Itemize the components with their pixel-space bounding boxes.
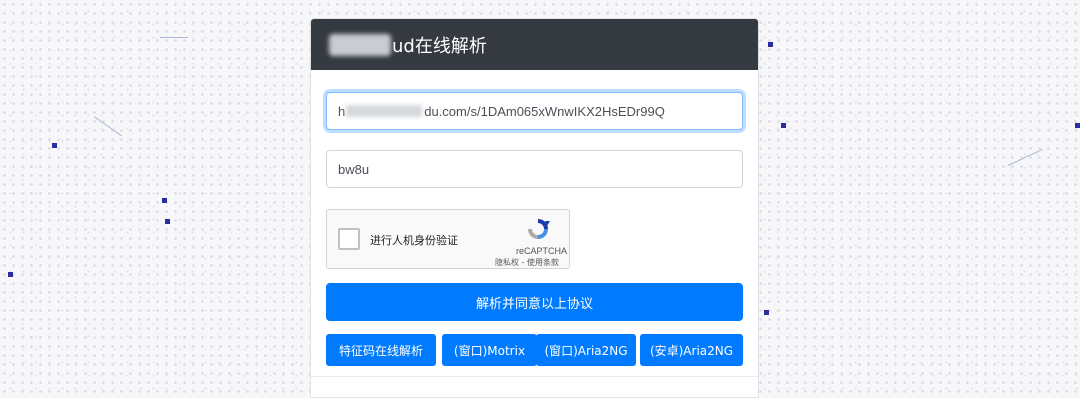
recaptcha-links[interactable]: 隐私权 - 使用条款 bbox=[495, 257, 559, 268]
particle bbox=[1075, 123, 1080, 128]
extract-code-value: bw8u bbox=[338, 161, 370, 177]
recaptcha-brand: reCAPTCHA bbox=[515, 246, 567, 256]
particle bbox=[764, 310, 769, 315]
particle bbox=[768, 42, 773, 47]
particle-line bbox=[160, 37, 188, 38]
recaptcha-label: 进行人机身份验证 bbox=[370, 234, 458, 247]
particle bbox=[52, 143, 57, 148]
redacted-title-prefix bbox=[329, 33, 391, 56]
url-prefix: h bbox=[338, 103, 346, 119]
particle bbox=[165, 219, 170, 224]
motrix-button[interactable]: (窗口)Motrix bbox=[442, 334, 537, 366]
particle-line bbox=[93, 116, 123, 137]
share-url-input[interactable]: h du.com/s/1DAm065xWnwIKX2HsEDr99Q bbox=[326, 92, 743, 130]
extract-code-input[interactable]: bw8u bbox=[326, 150, 743, 188]
redacted-url-part bbox=[346, 105, 423, 117]
particle bbox=[162, 198, 167, 203]
recaptcha-checkbox[interactable] bbox=[338, 228, 360, 250]
particle-line bbox=[1007, 148, 1043, 166]
parse-agree-button[interactable]: 解析并同意以上协议 bbox=[326, 283, 743, 321]
parse-panel: ud在线解析 h du.com/s/1DAm065xWnwIKX2HsEDr99… bbox=[310, 18, 759, 398]
feature-code-button[interactable]: 特征码在线解析 bbox=[326, 334, 436, 366]
aria2ng-android-button[interactable]: (安卓)Aria2NG bbox=[640, 334, 743, 366]
particle bbox=[781, 123, 786, 128]
page-title: ud在线解析 bbox=[392, 35, 487, 57]
panel-header: ud在线解析 bbox=[311, 19, 758, 70]
recaptcha-widget: 进行人机身份验证 reCAPTCHA 隐私权 - 使用条款 bbox=[326, 209, 570, 269]
aria2ng-window-button[interactable]: (窗口)Aria2NG bbox=[536, 334, 636, 366]
recaptcha-icon bbox=[528, 219, 550, 239]
particle bbox=[8, 272, 13, 277]
url-value: du.com/s/1DAm065xWnwIKX2HsEDr99Q bbox=[424, 103, 665, 119]
divider bbox=[311, 376, 758, 377]
